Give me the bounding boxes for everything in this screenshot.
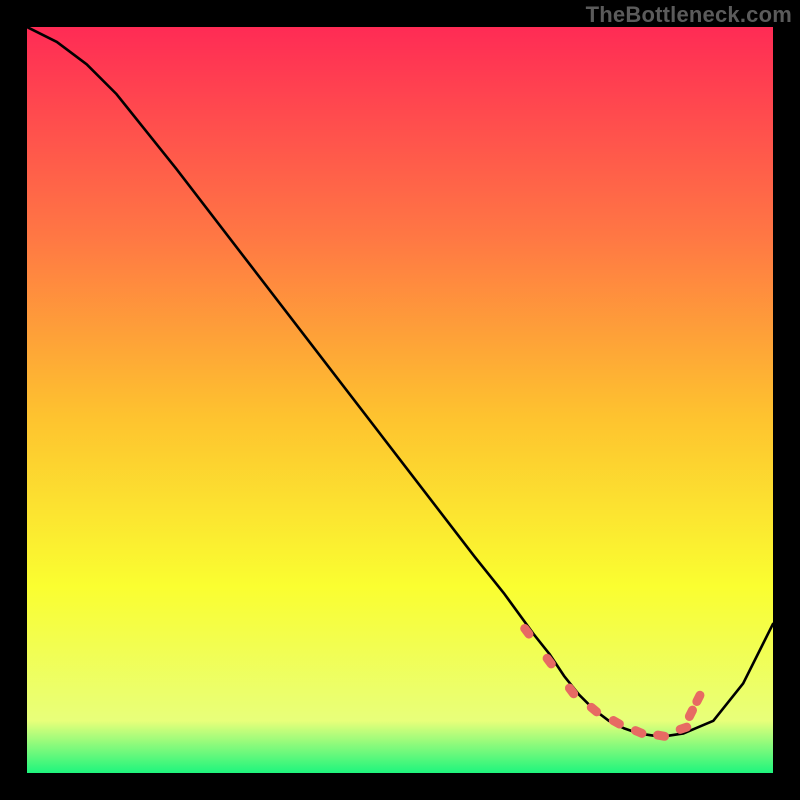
gradient-background [27, 27, 773, 773]
chart-svg [27, 27, 773, 773]
chart-frame: TheBottleneck.com [0, 0, 800, 800]
watermark-label: TheBottleneck.com [586, 2, 792, 28]
plot-area [27, 27, 773, 773]
